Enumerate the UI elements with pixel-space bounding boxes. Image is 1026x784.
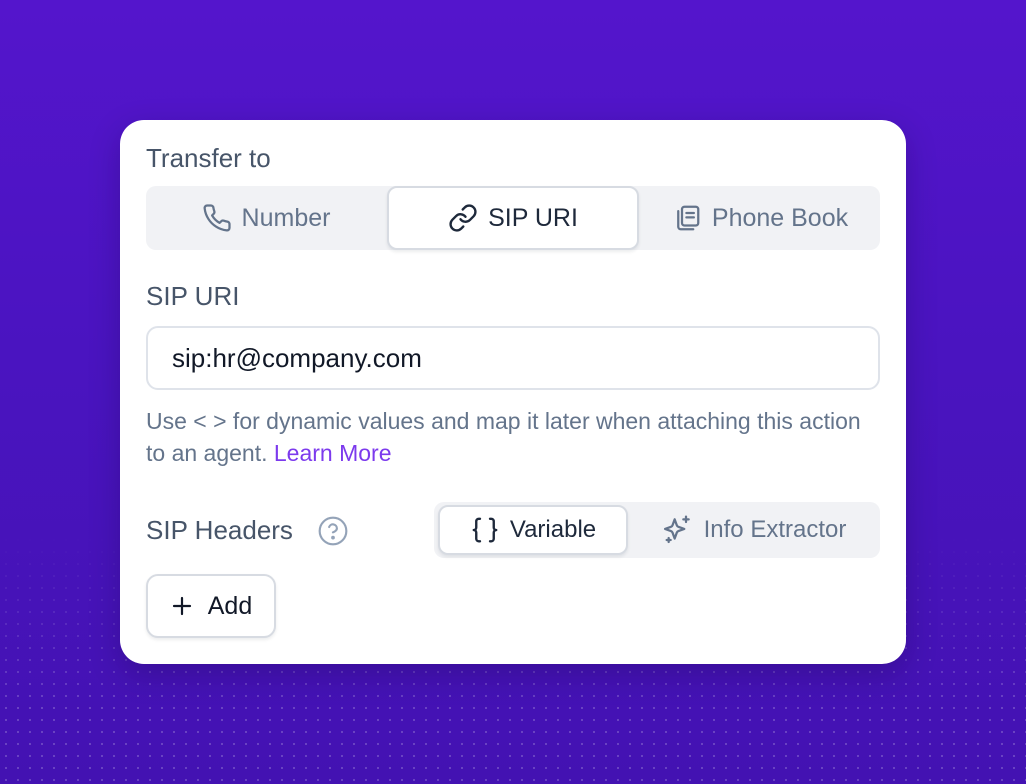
add-header-button-label: Add (207, 591, 253, 620)
header-option-variable[interactable]: Variable (438, 505, 628, 555)
header-option-info-extractor[interactable]: Info Extractor (630, 505, 878, 555)
transfer-option-phone-book[interactable]: Phone Book (640, 186, 880, 250)
transfer-to-label: Transfer to (146, 143, 271, 173)
link-icon (449, 204, 477, 232)
transfer-option-number[interactable]: Number (146, 186, 386, 250)
sip-headers-label: SIP Headers (146, 515, 293, 545)
add-header-button[interactable]: Add (146, 574, 276, 638)
transfer-option-phone-book-label: Phone Book (711, 203, 849, 232)
phone-icon (203, 204, 231, 232)
plus-icon (172, 596, 191, 616)
sip-uri-input[interactable] (146, 326, 880, 390)
learn-more-link[interactable]: Learn More (274, 440, 392, 466)
sip-uri-help-text: Use < > for dynamic values and map it la… (146, 405, 886, 469)
sip-uri-label: SIP URI (146, 281, 240, 311)
transfer-option-sip-uri-label: SIP URI (488, 203, 578, 232)
transfer-type-segmented-control: Number SIP URI Phone Book (146, 186, 880, 250)
header-option-variable-label: Variable (509, 516, 597, 543)
braces-icon (472, 517, 498, 543)
transfer-option-sip-uri[interactable]: SIP URI (387, 186, 639, 250)
sparkles-icon (663, 515, 690, 544)
question-circle-icon[interactable] (317, 515, 349, 547)
book-icon (677, 205, 700, 231)
header-source-segmented-control: Variable Info Extractor (434, 502, 880, 558)
transfer-action-card: Transfer to Number SIP URI Phone Book SI… (120, 120, 906, 664)
help-text-body: Use < > for dynamic values and map it la… (146, 408, 861, 466)
header-option-info-extractor-label: Info Extractor (703, 516, 847, 543)
transfer-option-number-label: Number (241, 203, 331, 232)
